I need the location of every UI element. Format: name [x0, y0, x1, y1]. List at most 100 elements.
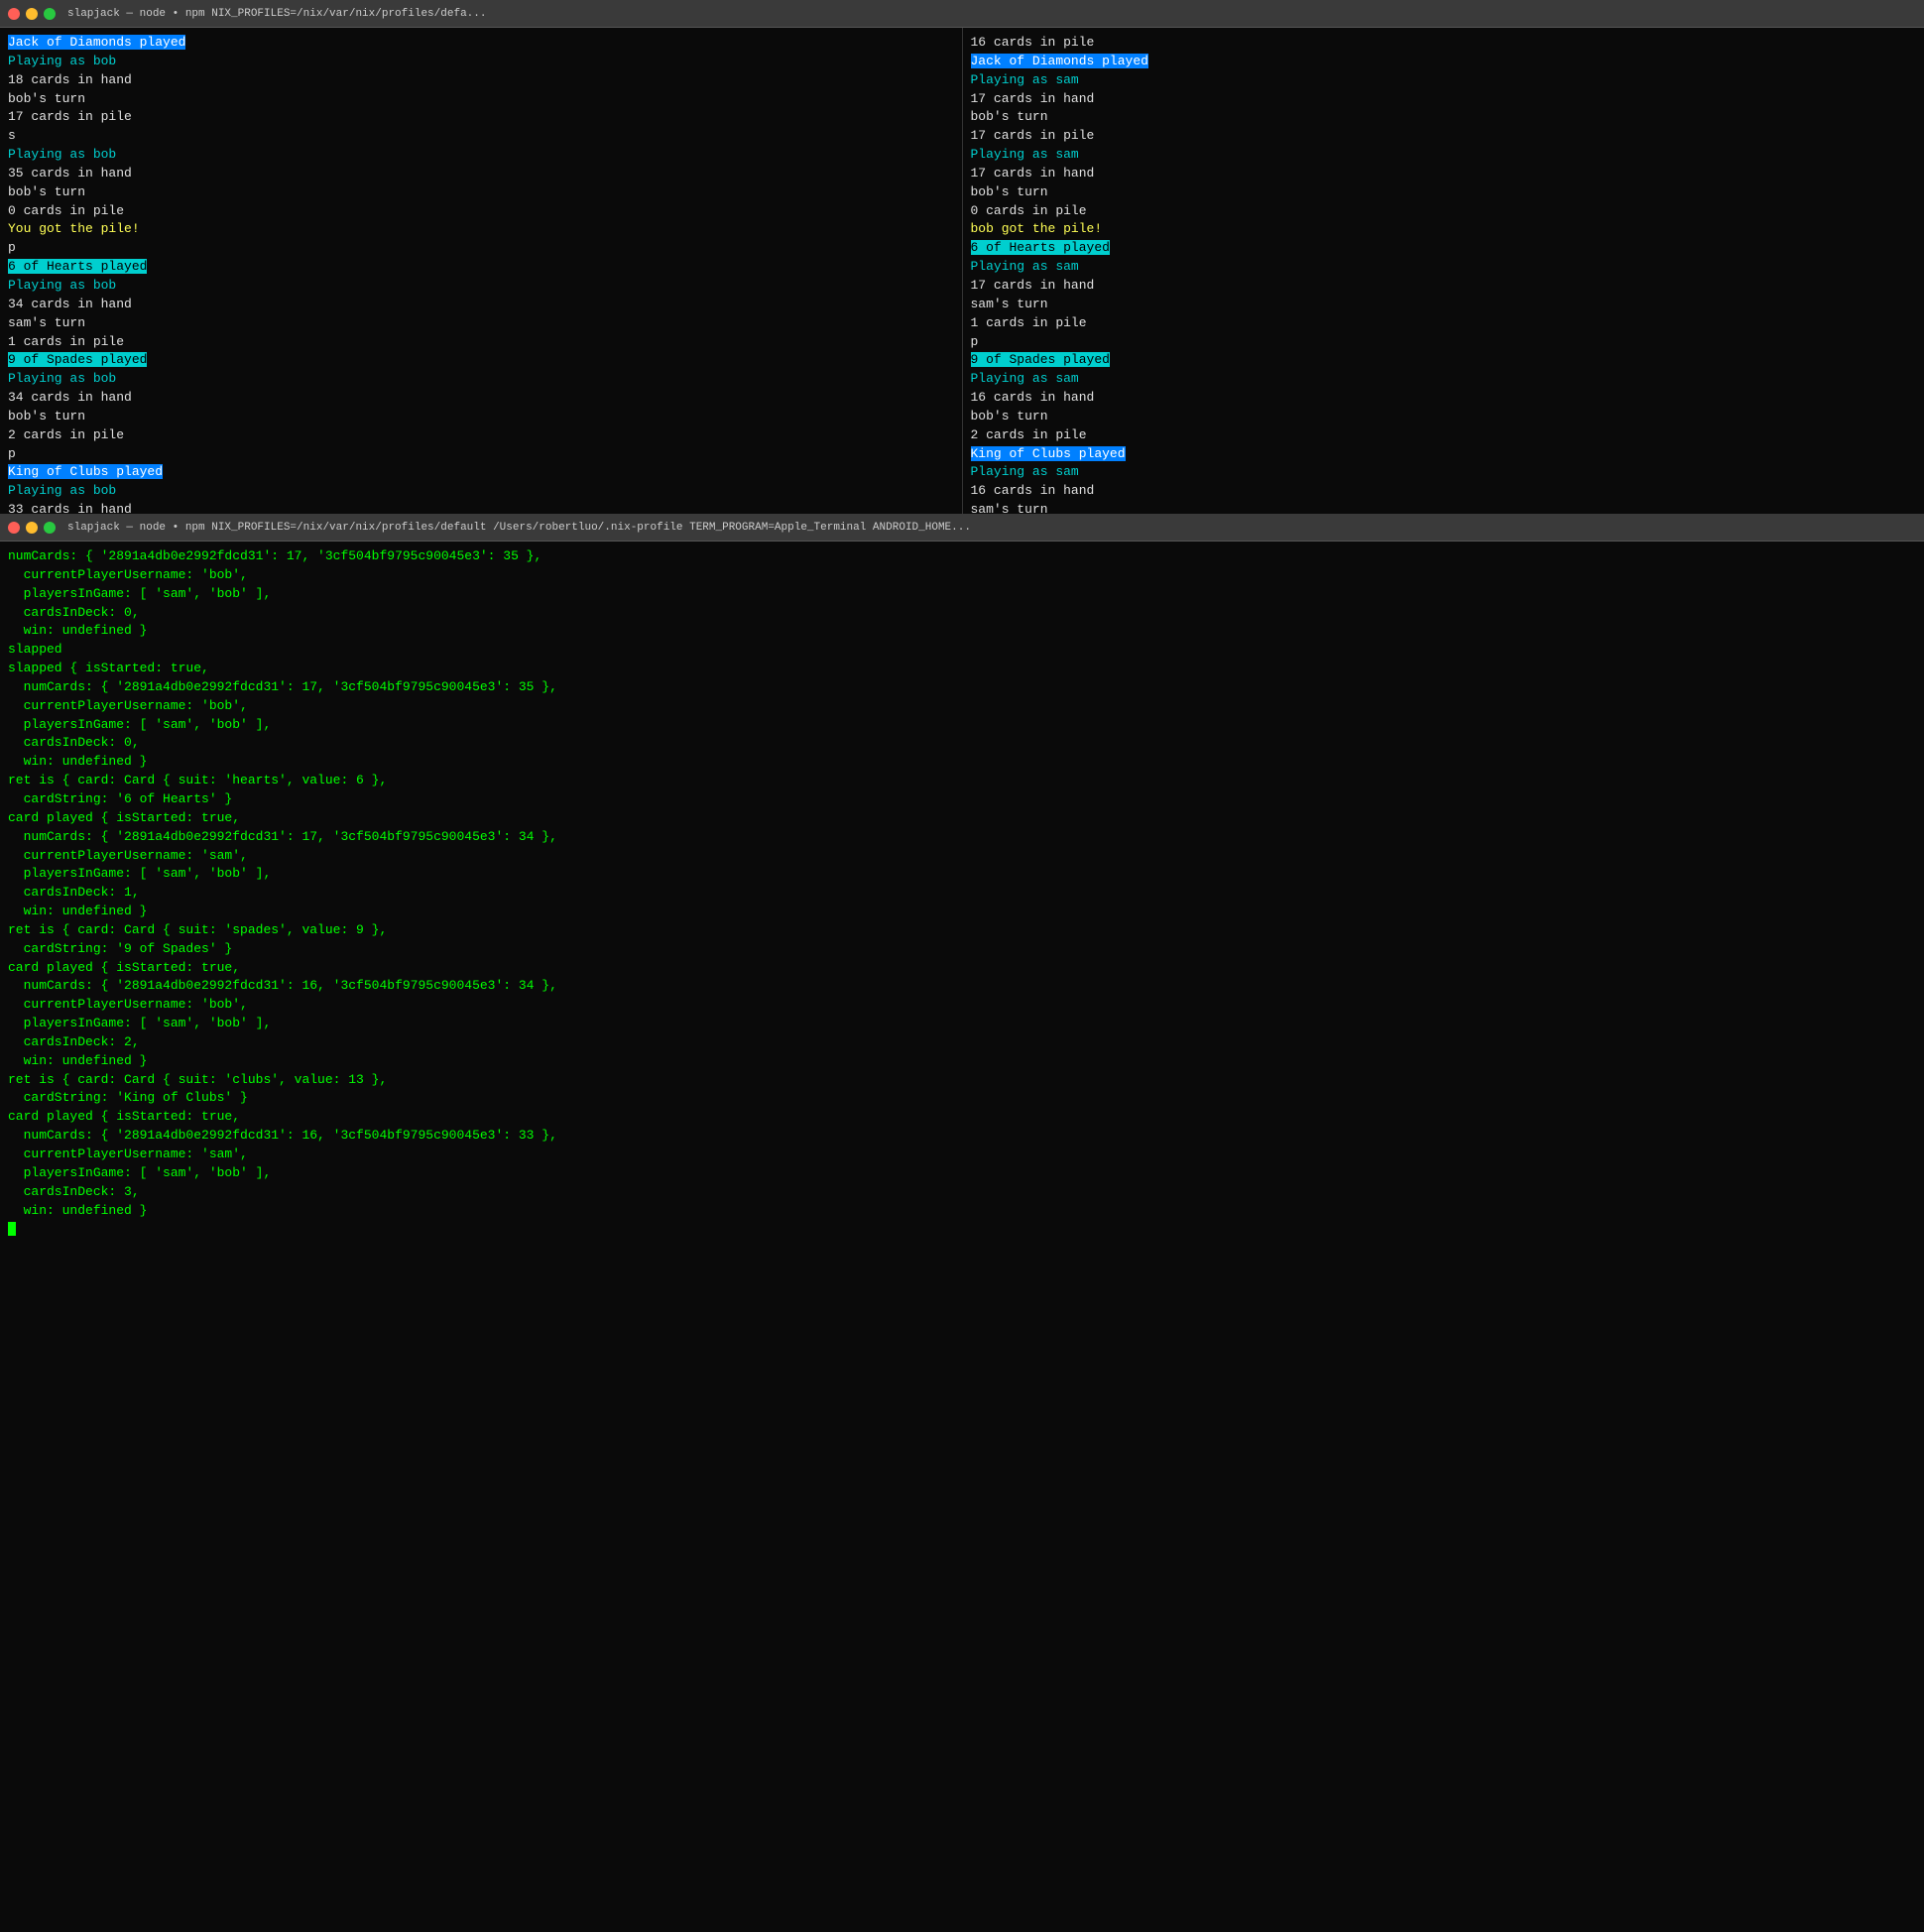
terminal-line: playersInGame: [ 'sam', 'bob' ],	[8, 1164, 1916, 1183]
terminal-text: currentPlayerUsername: 'sam',	[8, 848, 248, 863]
terminal-text: 17 cards in pile	[971, 128, 1095, 143]
terminal-line: 17 cards in hand	[971, 277, 1917, 296]
terminal-line: Playing as sam	[971, 258, 1917, 277]
terminal-line: Jack of Diamonds played	[971, 53, 1917, 71]
terminal-line: 0 cards in pile	[8, 202, 954, 221]
terminal-text: Playing as sam	[971, 147, 1079, 162]
terminal-line: currentPlayerUsername: 'bob',	[8, 996, 1916, 1015]
terminal-line: bob's turn	[8, 408, 954, 426]
terminal-line: playersInGame: [ 'sam', 'bob' ],	[8, 585, 1916, 604]
terminal-line: ret is { card: Card { suit: 'spades', va…	[8, 921, 1916, 940]
terminal-line: playersInGame: [ 'sam', 'bob' ],	[8, 1015, 1916, 1033]
terminal-line: 16 cards in hand	[971, 482, 1917, 501]
bottom-maximize-button[interactable]	[44, 522, 56, 534]
terminal-line: 6 of Hearts played	[971, 239, 1917, 258]
minimize-button[interactable]	[26, 8, 38, 20]
terminal-text: numCards: { '2891a4db0e2992fdcd31': 17, …	[8, 548, 541, 563]
terminal-text: cardString: 'King of Clubs' }	[8, 1090, 248, 1105]
terminal-text: card played { isStarted: true,	[8, 810, 240, 825]
terminal-text: 16 cards in hand	[971, 390, 1095, 405]
terminal-line: cardsInDeck: 3,	[8, 1183, 1916, 1202]
terminal-text: currentPlayerUsername: 'bob',	[8, 567, 248, 582]
terminal-line: bob's turn	[971, 408, 1917, 426]
terminal-line: 17 cards in pile	[8, 108, 954, 127]
terminal-line: win: undefined }	[8, 622, 1916, 641]
terminal-text: numCards: { '2891a4db0e2992fdcd31': 16, …	[8, 978, 557, 993]
terminal-text: 16 cards in hand	[971, 483, 1095, 498]
terminal-line: bob's turn	[8, 183, 954, 202]
terminal-line: Playing as bob	[8, 277, 954, 296]
highlighted-text: Jack of Diamonds played	[8, 35, 185, 50]
terminal-text: Playing as sam	[971, 371, 1079, 386]
terminal-text: win: undefined }	[8, 1203, 147, 1218]
terminal-line: currentPlayerUsername: 'bob',	[8, 697, 1916, 716]
terminal-text: cardsInDeck: 2,	[8, 1034, 140, 1049]
terminal-line: 9 of Spades played	[8, 351, 954, 370]
terminal-line: 2 cards in pile	[971, 426, 1917, 445]
terminal-text: playersInGame: [ 'sam', 'bob' ],	[8, 717, 271, 732]
terminal-text: cardsInDeck: 0,	[8, 735, 140, 750]
bottom-terminal-panel[interactable]: numCards: { '2891a4db0e2992fdcd31': 17, …	[0, 542, 1924, 1932]
bottom-close-button[interactable]	[8, 522, 20, 534]
terminal-text: currentPlayerUsername: 'bob',	[8, 997, 248, 1012]
terminal-text: Playing as sam	[971, 72, 1079, 87]
maximize-button[interactable]	[44, 8, 56, 20]
highlighted-text: 9 of Spades played	[8, 352, 147, 367]
close-button[interactable]	[8, 8, 20, 20]
terminal-text: sam's turn	[971, 502, 1048, 514]
terminal-text: 34 cards in hand	[8, 297, 132, 311]
terminal-text: 17 cards in hand	[971, 166, 1095, 181]
terminal-text: playersInGame: [ 'sam', 'bob' ],	[8, 1016, 271, 1030]
terminal-line: s	[8, 127, 954, 146]
terminal-text: card played { isStarted: true,	[8, 1109, 240, 1124]
terminal-text: 0 cards in pile	[971, 203, 1087, 218]
terminal-line: 33 cards in hand	[8, 501, 954, 514]
terminal-text: win: undefined }	[8, 623, 147, 638]
terminal-line: 34 cards in hand	[8, 296, 954, 314]
terminal-line: win: undefined }	[8, 903, 1916, 921]
terminal-text: p	[971, 334, 979, 349]
terminal-text: currentPlayerUsername: 'bob',	[8, 698, 248, 713]
highlighted-text: 6 of Hearts played	[8, 259, 147, 274]
right-terminal-panel[interactable]: 16 cards in pileJack of Diamonds playedP…	[963, 28, 1924, 514]
terminal-line: numCards: { '2891a4db0e2992fdcd31': 17, …	[8, 828, 1916, 847]
terminal-line	[8, 1220, 1916, 1239]
terminal-line: Playing as bob	[8, 370, 954, 389]
terminal-text: cardString: '9 of Spades' }	[8, 941, 232, 956]
terminal-text: Playing as sam	[971, 464, 1079, 479]
left-terminal-panel[interactable]: Jack of Diamonds playedPlaying as bob18 …	[0, 28, 963, 514]
terminal-line: card played { isStarted: true,	[8, 1108, 1916, 1127]
terminal-text: Playing as bob	[8, 371, 116, 386]
terminal-text: currentPlayerUsername: 'sam',	[8, 1147, 248, 1161]
terminal-text: 17 cards in pile	[8, 109, 132, 124]
terminal-text: 0 cards in pile	[8, 203, 124, 218]
terminal-text: bob's turn	[971, 409, 1048, 423]
terminal-text: 1 cards in pile	[8, 334, 124, 349]
terminal-text: 2 cards in pile	[8, 427, 124, 442]
terminal-text: win: undefined }	[8, 1053, 147, 1068]
terminal-line: playersInGame: [ 'sam', 'bob' ],	[8, 865, 1916, 884]
terminal-line: cardString: 'King of Clubs' }	[8, 1089, 1916, 1108]
terminal-line: bob's turn	[8, 90, 954, 109]
top-window-bar: slapjack — node • npm NIX_PROFILES=/nix/…	[0, 0, 1924, 28]
terminal-line: cardString: '6 of Hearts' }	[8, 790, 1916, 809]
terminal-cursor	[8, 1222, 16, 1236]
terminal-text: ret is { card: Card { suit: 'clubs', val…	[8, 1072, 387, 1087]
terminal-line: slapped	[8, 641, 1916, 660]
terminal-line: 0 cards in pile	[971, 202, 1917, 221]
terminal-text: 35 cards in hand	[8, 166, 132, 181]
terminal-line: 16 cards in hand	[971, 389, 1917, 408]
terminal-line: currentPlayerUsername: 'sam',	[8, 1146, 1916, 1164]
terminal-line: 9 of Spades played	[971, 351, 1917, 370]
terminal-line: cardsInDeck: 0,	[8, 604, 1916, 623]
terminal-line: numCards: { '2891a4db0e2992fdcd31': 17, …	[8, 547, 1916, 566]
terminal-text: ret is { card: Card { suit: 'spades', va…	[8, 922, 387, 937]
highlighted-text: King of Clubs played	[8, 464, 163, 479]
terminal-line: 17 cards in hand	[971, 165, 1917, 183]
terminal-text: numCards: { '2891a4db0e2992fdcd31': 17, …	[8, 679, 557, 694]
bottom-minimize-button[interactable]	[26, 522, 38, 534]
terminal-line: cardsInDeck: 1,	[8, 884, 1916, 903]
terminal-line: 16 cards in pile	[971, 34, 1917, 53]
terminal-text: playersInGame: [ 'sam', 'bob' ],	[8, 866, 271, 881]
terminal-text: bob got the pile!	[971, 221, 1103, 236]
